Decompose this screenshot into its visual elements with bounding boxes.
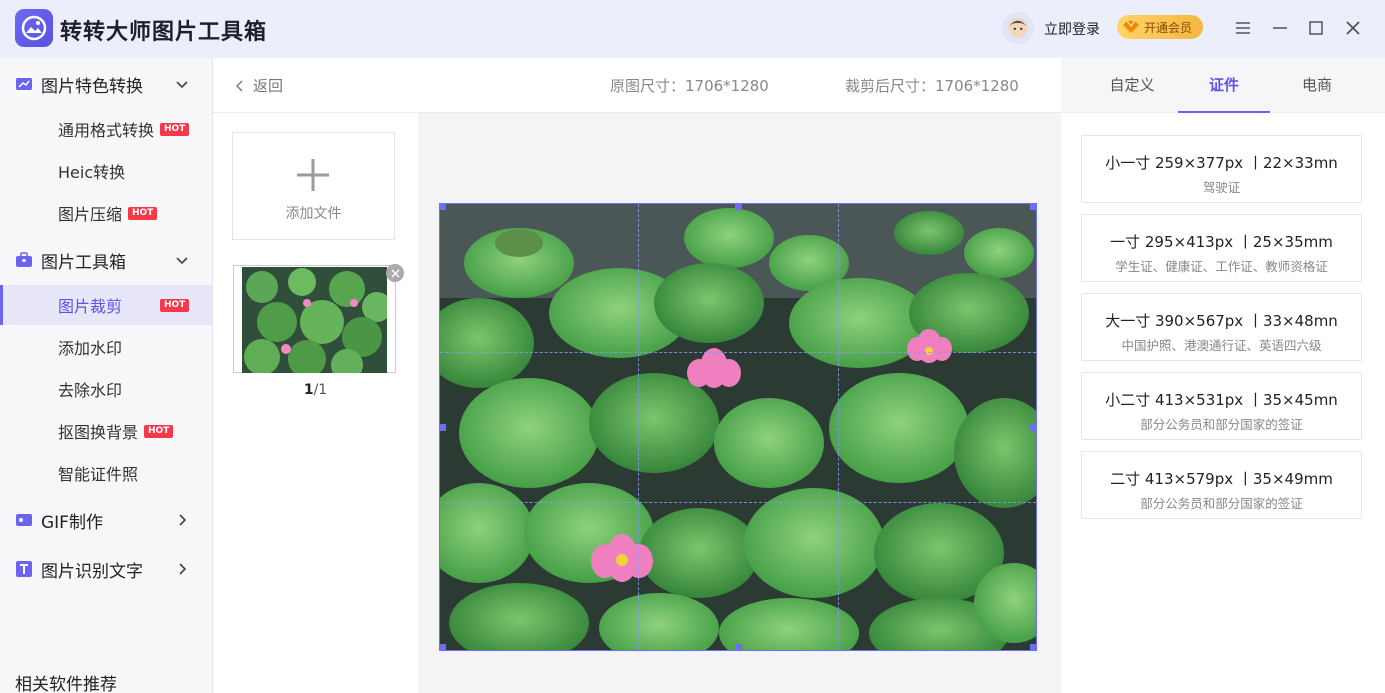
user-avatar[interactable] bbox=[1002, 12, 1034, 44]
maximize-icon[interactable] bbox=[1302, 14, 1330, 42]
sidebar-item-label: 图片裁剪 bbox=[58, 297, 123, 316]
crop-grid-line bbox=[440, 502, 1036, 503]
cropped-size-text: 裁剪后尺寸：1706*1280 bbox=[845, 77, 1019, 95]
sidebar-group-gif[interactable]: GIF制作 bbox=[0, 500, 213, 540]
toolbox-icon bbox=[16, 252, 32, 267]
sidebar-item-id-photo[interactable]: 智能证件照 bbox=[0, 453, 212, 493]
sidebar-group-label: 图片工具箱 bbox=[41, 252, 126, 273]
sidebar: 图片特色转换 通用格式转换 HOT Heic转换 图片压缩 HOT 图片工具箱 … bbox=[0, 58, 213, 693]
related-software-link[interactable]: 相关软件推荐 bbox=[15, 670, 117, 693]
hot-badge: HOT bbox=[160, 298, 190, 312]
file-thumbnail[interactable] bbox=[233, 265, 396, 373]
sidebar-item-label: 添加水印 bbox=[58, 339, 123, 358]
original-size-text: 原图尺寸：1706*1280 bbox=[610, 77, 769, 95]
size-option-one-inch[interactable]: 一寸 295×413px 丨25×35mm 学生证、健康证、工作证、教师资格证 bbox=[1081, 214, 1362, 282]
remove-file-icon[interactable] bbox=[386, 264, 404, 282]
crop-handle-right[interactable] bbox=[1030, 424, 1037, 431]
crop-handle-top-left[interactable] bbox=[439, 203, 446, 210]
thumbnail-image bbox=[242, 267, 387, 373]
chevron-down-icon bbox=[176, 257, 188, 265]
sidebar-item-label: 抠图换背景 bbox=[58, 423, 139, 442]
current-file-index: 1 bbox=[303, 382, 314, 398]
size-option-desc: 驾驶证 bbox=[1202, 180, 1241, 195]
app-logo-icon bbox=[15, 9, 53, 47]
sidebar-item-label: 去除水印 bbox=[58, 381, 123, 400]
hot-badge: HOT bbox=[160, 122, 190, 136]
tab-id-photo[interactable]: 证件 bbox=[1178, 58, 1270, 113]
hot-badge: HOT bbox=[144, 424, 174, 438]
sidebar-item-format-convert[interactable]: 通用格式转换 HOT bbox=[0, 109, 212, 149]
sidebar-item-remove-watermark[interactable]: 去除水印 bbox=[0, 369, 212, 409]
text-recognition-icon bbox=[16, 561, 32, 577]
chevron-right-icon bbox=[179, 563, 187, 575]
size-option-title: 二寸 413×579px 丨35×49mm bbox=[1110, 470, 1333, 488]
size-option-two-inch[interactable]: 二寸 413×579px 丨35×49mm 部分公务员和部分国家的签证 bbox=[1081, 451, 1362, 519]
login-button[interactable]: 立即登录 bbox=[1044, 19, 1100, 39]
crown-icon bbox=[1123, 20, 1139, 33]
close-icon[interactable] bbox=[1339, 14, 1367, 42]
crop-handle-top-right[interactable] bbox=[1030, 203, 1037, 210]
gif-icon bbox=[16, 514, 32, 526]
title-bar: 转转大师图片工具箱 立即登录 开通会员 bbox=[0, 0, 1385, 58]
vip-label: 开通会员 bbox=[1144, 20, 1193, 35]
size-option-desc: 中国护照、港澳通行证、英语四六级 bbox=[1121, 338, 1322, 353]
hot-badge: HOT bbox=[128, 206, 158, 220]
sidebar-group-text-recognition[interactable]: 图片识别文字 bbox=[0, 549, 213, 589]
sidebar-group-feature-convert[interactable]: 图片特色转换 bbox=[0, 64, 213, 104]
chevron-right-icon bbox=[179, 514, 187, 526]
sidebar-item-cutout-background[interactable]: 抠图换背景 HOT bbox=[0, 411, 212, 451]
sidebar-item-label: Heic转换 bbox=[58, 163, 126, 182]
crop-grid-line bbox=[838, 204, 839, 650]
app-title: 转转大师图片工具箱 bbox=[60, 20, 268, 45]
add-file-label: 添加文件 bbox=[285, 206, 342, 222]
minimize-icon[interactable] bbox=[1266, 14, 1294, 42]
size-option-desc: 学生证、健康证、工作证、教师资格证 bbox=[1115, 259, 1328, 274]
back-button[interactable]: 返回 bbox=[233, 75, 283, 96]
size-option-title: 大一寸 390×567px 丨33×48mn bbox=[1105, 312, 1338, 330]
sidebar-item-label: 通用格式转换 bbox=[58, 121, 155, 140]
sidebar-group-label: 图片特色转换 bbox=[41, 76, 143, 97]
size-option-title: 一寸 295×413px 丨25×35mm bbox=[1110, 233, 1333, 251]
tab-ecommerce[interactable]: 电商 bbox=[1271, 58, 1363, 113]
plus-icon bbox=[297, 159, 329, 191]
sidebar-item-label: 智能证件照 bbox=[58, 465, 139, 484]
sidebar-item-image-compress[interactable]: 图片压缩 HOT bbox=[0, 193, 212, 233]
size-option-large-one-inch[interactable]: 大一寸 390×567px 丨33×48mn 中国护照、港澳通行证、英语四六级 bbox=[1081, 293, 1362, 361]
sidebar-item-heic-convert[interactable]: Heic转换 bbox=[0, 151, 212, 191]
file-list: 添加文件 1/1 bbox=[213, 113, 418, 693]
crop-info-bar: 返回 原图尺寸：1706*1280 裁剪后尺寸：1706*1280 bbox=[213, 58, 1061, 113]
size-option-desc: 部分公务员和部分国家的签证 bbox=[1140, 417, 1303, 432]
size-option-title: 小一寸 259×377px 丨22×33mn bbox=[1105, 154, 1338, 172]
size-option-small-one-inch[interactable]: 小一寸 259×377px 丨22×33mn 驾驶证 bbox=[1081, 135, 1362, 203]
size-option-title: 小二寸 413×531px 丨35×45mn bbox=[1105, 391, 1338, 409]
back-label: 返回 bbox=[253, 77, 284, 95]
crop-box[interactable] bbox=[439, 203, 1037, 651]
crop-grid-line bbox=[440, 352, 1036, 353]
crop-handle-bottom[interactable] bbox=[735, 644, 742, 651]
sidebar-group-label: GIF制作 bbox=[41, 512, 103, 533]
crop-handle-bottom-right[interactable] bbox=[1030, 644, 1037, 651]
crop-grid-line bbox=[638, 204, 639, 650]
size-panel: 自定义 证件 电商 小一寸 259×377px 丨22×33mn 驾驶证 一寸 … bbox=[1061, 58, 1385, 693]
chevron-left-icon bbox=[235, 79, 243, 92]
file-count: 1/1 bbox=[213, 382, 418, 398]
size-option-desc: 部分公务员和部分国家的签证 bbox=[1140, 496, 1303, 511]
sidebar-group-label: 图片识别文字 bbox=[41, 561, 143, 582]
vip-button[interactable]: 开通会员 bbox=[1117, 15, 1203, 39]
crop-handle-top[interactable] bbox=[735, 203, 742, 210]
sidebar-item-image-crop[interactable]: 图片裁剪 HOT bbox=[0, 285, 212, 325]
sidebar-item-add-watermark[interactable]: 添加水印 bbox=[0, 327, 212, 367]
total-file-count: /1 bbox=[313, 382, 328, 398]
menu-icon[interactable] bbox=[1229, 14, 1257, 42]
size-option-small-two-inch[interactable]: 小二寸 413×531px 丨35×45mn 部分公务员和部分国家的签证 bbox=[1081, 372, 1362, 440]
add-file-button[interactable]: 添加文件 bbox=[232, 132, 395, 240]
chevron-down-icon bbox=[176, 81, 188, 89]
size-tabs: 自定义 证件 电商 bbox=[1061, 58, 1385, 113]
crop-handle-left[interactable] bbox=[439, 424, 446, 431]
tab-custom[interactable]: 自定义 bbox=[1086, 58, 1178, 113]
sidebar-group-toolbox[interactable]: 图片工具箱 bbox=[0, 240, 213, 280]
crop-handle-bottom-left[interactable] bbox=[439, 644, 446, 651]
image-convert-icon bbox=[16, 78, 32, 90]
sidebar-item-label: 图片压缩 bbox=[58, 205, 123, 224]
